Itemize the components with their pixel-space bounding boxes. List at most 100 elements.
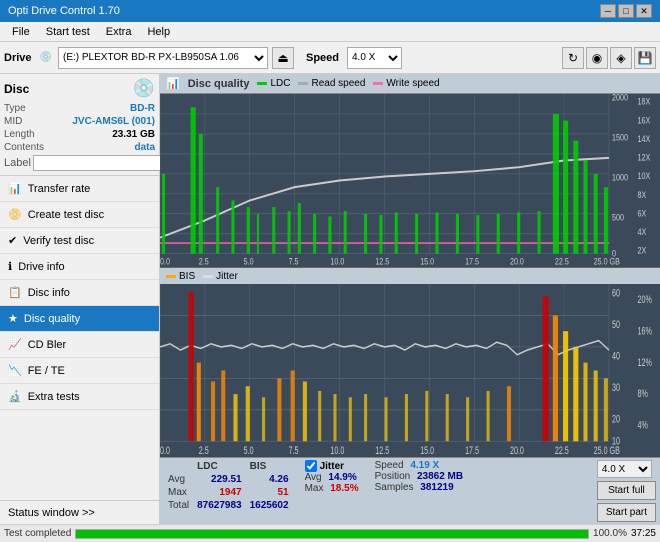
svg-text:2X: 2X [638,245,647,256]
disc-contents-row: Contents data [4,142,155,153]
eject-button[interactable]: ⏏ [272,47,294,69]
sidebar-item-create-test-disc[interactable]: 📀 Create test disc [0,202,159,228]
stats-section: LDC BIS Avg 229.51 4.26 Max 1947 51 To [160,457,660,524]
jitter-legend-dot [203,275,213,278]
jitter-checkbox[interactable] [305,460,317,472]
legend-read-speed: Read speed [298,78,365,89]
svg-text:20%: 20% [638,293,652,305]
disc-contents-value: data [134,142,155,153]
status-window-button[interactable]: Status window >> [0,500,159,524]
drive-info-icon: ℹ [8,260,12,273]
menu-help[interactable]: Help [139,24,178,40]
stats-avg-label: Avg [164,473,193,486]
write-speed-legend-dot [373,82,383,85]
svg-text:10X: 10X [638,170,651,181]
disc-mid-value: JVC-AMS6L (001) [72,116,155,127]
stats-avg-ldc: 229.51 [193,473,246,486]
disc-panel-title: Disc [4,82,29,96]
sidebar-item-label: FE / TE [28,365,65,377]
svg-text:20.0: 20.0 [510,255,524,266]
svg-text:15.0: 15.0 [420,255,434,266]
svg-text:6X: 6X [638,207,647,218]
svg-text:17.5: 17.5 [465,444,479,456]
svg-text:0.0: 0.0 [160,444,170,456]
disc-info-icon: 📋 [8,286,22,299]
toolbar: Drive 💿 (E:) PLEXTOR BD-R PX-LB950SA 1.0… [0,42,660,74]
sidebar-item-verify-test-disc[interactable]: ✔ Verify test disc [0,228,159,254]
settings-button1[interactable]: ◉ [586,47,608,69]
stats-total-ldc: 87627983 [193,499,246,512]
start-part-button[interactable]: Start part [597,503,656,522]
disc-length-row: Length 23.31 GB [4,129,155,140]
minimize-button[interactable]: ─ [600,4,616,18]
sidebar-item-disc-quality[interactable]: ★ Disc quality [0,306,159,332]
save-button[interactable]: 💾 [634,47,656,69]
jitter-max-label: Max [305,483,324,494]
progress-section: Test completed 100.0% 37:25 [0,524,660,542]
ldc-legend-dot [257,82,267,85]
sidebar-item-disc-info[interactable]: 📋 Disc info [0,280,159,306]
svg-text:12X: 12X [638,152,651,163]
maximize-button[interactable]: □ [618,4,634,18]
samples-row: Samples 381219 [375,482,464,493]
jitter-max-value: 18.5% [330,483,358,494]
stats-max-label: Max [164,486,193,499]
menu-file[interactable]: File [4,24,38,40]
svg-text:4X: 4X [638,226,647,237]
sidebar-item-label: Verify test disc [23,235,94,247]
chart-title: Disc quality [188,78,250,90]
menu-extra[interactable]: Extra [98,24,140,40]
svg-text:4%: 4% [638,419,648,431]
bottom-chart: 60 50 40 30 20 10 20% 16% 12% 8% 4% 0.0 … [160,284,660,457]
sidebar-item-label: Extra tests [28,391,80,403]
samples-label: Samples [375,482,414,493]
progress-time: 37:25 [631,528,656,539]
chart-header: 📊 Disc quality LDC Read speed Write spee… [160,74,660,94]
svg-text:5.0: 5.0 [244,255,254,266]
refresh-button[interactable]: ↻ [562,47,584,69]
legend-bis: BIS [166,271,195,282]
sidebar: Disc 💿 Type BD-R MID JVC-AMS6L (001) Len… [0,74,160,524]
progress-bar-fill [76,530,588,538]
drive-icon: 💿 [40,52,52,63]
sidebar-item-transfer-rate[interactable]: 📊 Transfer rate [0,176,159,202]
speed-stats: Speed 4.19 X Position 23862 MB Samples 3… [375,460,464,493]
transfer-rate-icon: 📊 [8,182,22,195]
jitter-header: Jitter [305,460,359,472]
svg-text:8X: 8X [638,189,647,200]
close-button[interactable]: ✕ [636,4,652,18]
svg-text:500: 500 [612,211,624,222]
svg-text:60: 60 [612,287,620,299]
title-bar: Opti Drive Control 1.70 ─ □ ✕ [0,0,660,22]
settings-button2[interactable]: ◈ [610,47,632,69]
sidebar-item-fe-te[interactable]: 📉 FE / TE [0,358,159,384]
svg-text:50: 50 [612,319,620,331]
svg-text:30: 30 [612,381,620,393]
start-full-button[interactable]: Start full [597,481,656,500]
write-speed-legend-label: Write speed [386,78,439,89]
read-speed-legend-label: Read speed [311,78,365,89]
position-label: Position [375,471,411,482]
disc-label-input[interactable] [33,155,171,171]
sidebar-item-cd-bler[interactable]: 📈 CD Bler [0,332,159,358]
sidebar-item-label: Disc quality [24,313,80,325]
speed-select[interactable]: 4.0 X 1.0 X 2.0 X 8.0 X [347,47,402,69]
sidebar-item-label: Drive info [18,261,64,273]
sidebar-item-label: Transfer rate [28,183,91,195]
svg-text:8%: 8% [638,388,648,400]
chart-speed-select[interactable]: 4.0 X [597,460,652,478]
sidebar-item-drive-info[interactable]: ℹ Drive info [0,254,159,280]
sidebar-item-extra-tests[interactable]: 🔬 Extra tests [0,384,159,410]
svg-text:20: 20 [612,413,620,425]
stats-max-ldc: 1947 [193,486,246,499]
status-window-label: Status window >> [8,507,95,519]
jitter-avg-value: 14.9% [328,472,356,483]
disc-length-label: Length [4,129,35,140]
menu-start-test[interactable]: Start test [38,24,98,40]
speed-label: Speed [375,460,404,471]
disc-type-label: Type [4,103,26,114]
drive-select[interactable]: (E:) PLEXTOR BD-R PX-LB950SA 1.06 [58,47,268,69]
svg-text:18X: 18X [638,96,651,107]
svg-text:20.0: 20.0 [510,444,524,456]
main-layout: Disc 💿 Type BD-R MID JVC-AMS6L (001) Len… [0,74,660,524]
